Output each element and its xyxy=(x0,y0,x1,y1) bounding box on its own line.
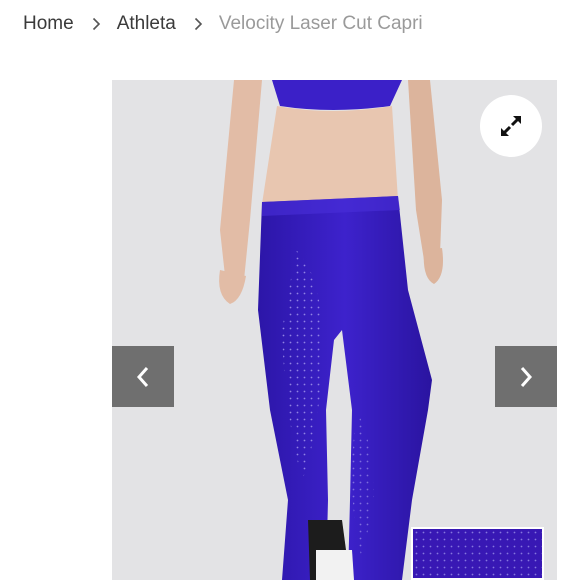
next-image-button[interactable] xyxy=(495,346,557,407)
breadcrumb-current-product: Velocity Laser Cut Capri xyxy=(218,13,423,34)
product-image xyxy=(112,80,557,580)
breadcrumb-athleta[interactable]: Athleta xyxy=(117,13,176,35)
chevron-right-icon xyxy=(194,17,203,31)
product-image-viewer[interactable] xyxy=(112,80,557,580)
chevron-right-icon xyxy=(92,17,101,31)
expand-arrows-icon xyxy=(500,115,522,137)
breadcrumb: Home Athleta Velocity Laser Cut Capri xyxy=(23,10,423,38)
image-thumbnail[interactable] xyxy=(411,527,544,580)
previous-image-button[interactable] xyxy=(112,346,174,407)
chevron-right-icon xyxy=(520,366,533,387)
breadcrumb-home[interactable]: Home xyxy=(23,13,74,35)
thumbnail-image xyxy=(413,529,542,578)
expand-button[interactable] xyxy=(480,95,542,157)
chevron-left-icon xyxy=(136,366,149,387)
